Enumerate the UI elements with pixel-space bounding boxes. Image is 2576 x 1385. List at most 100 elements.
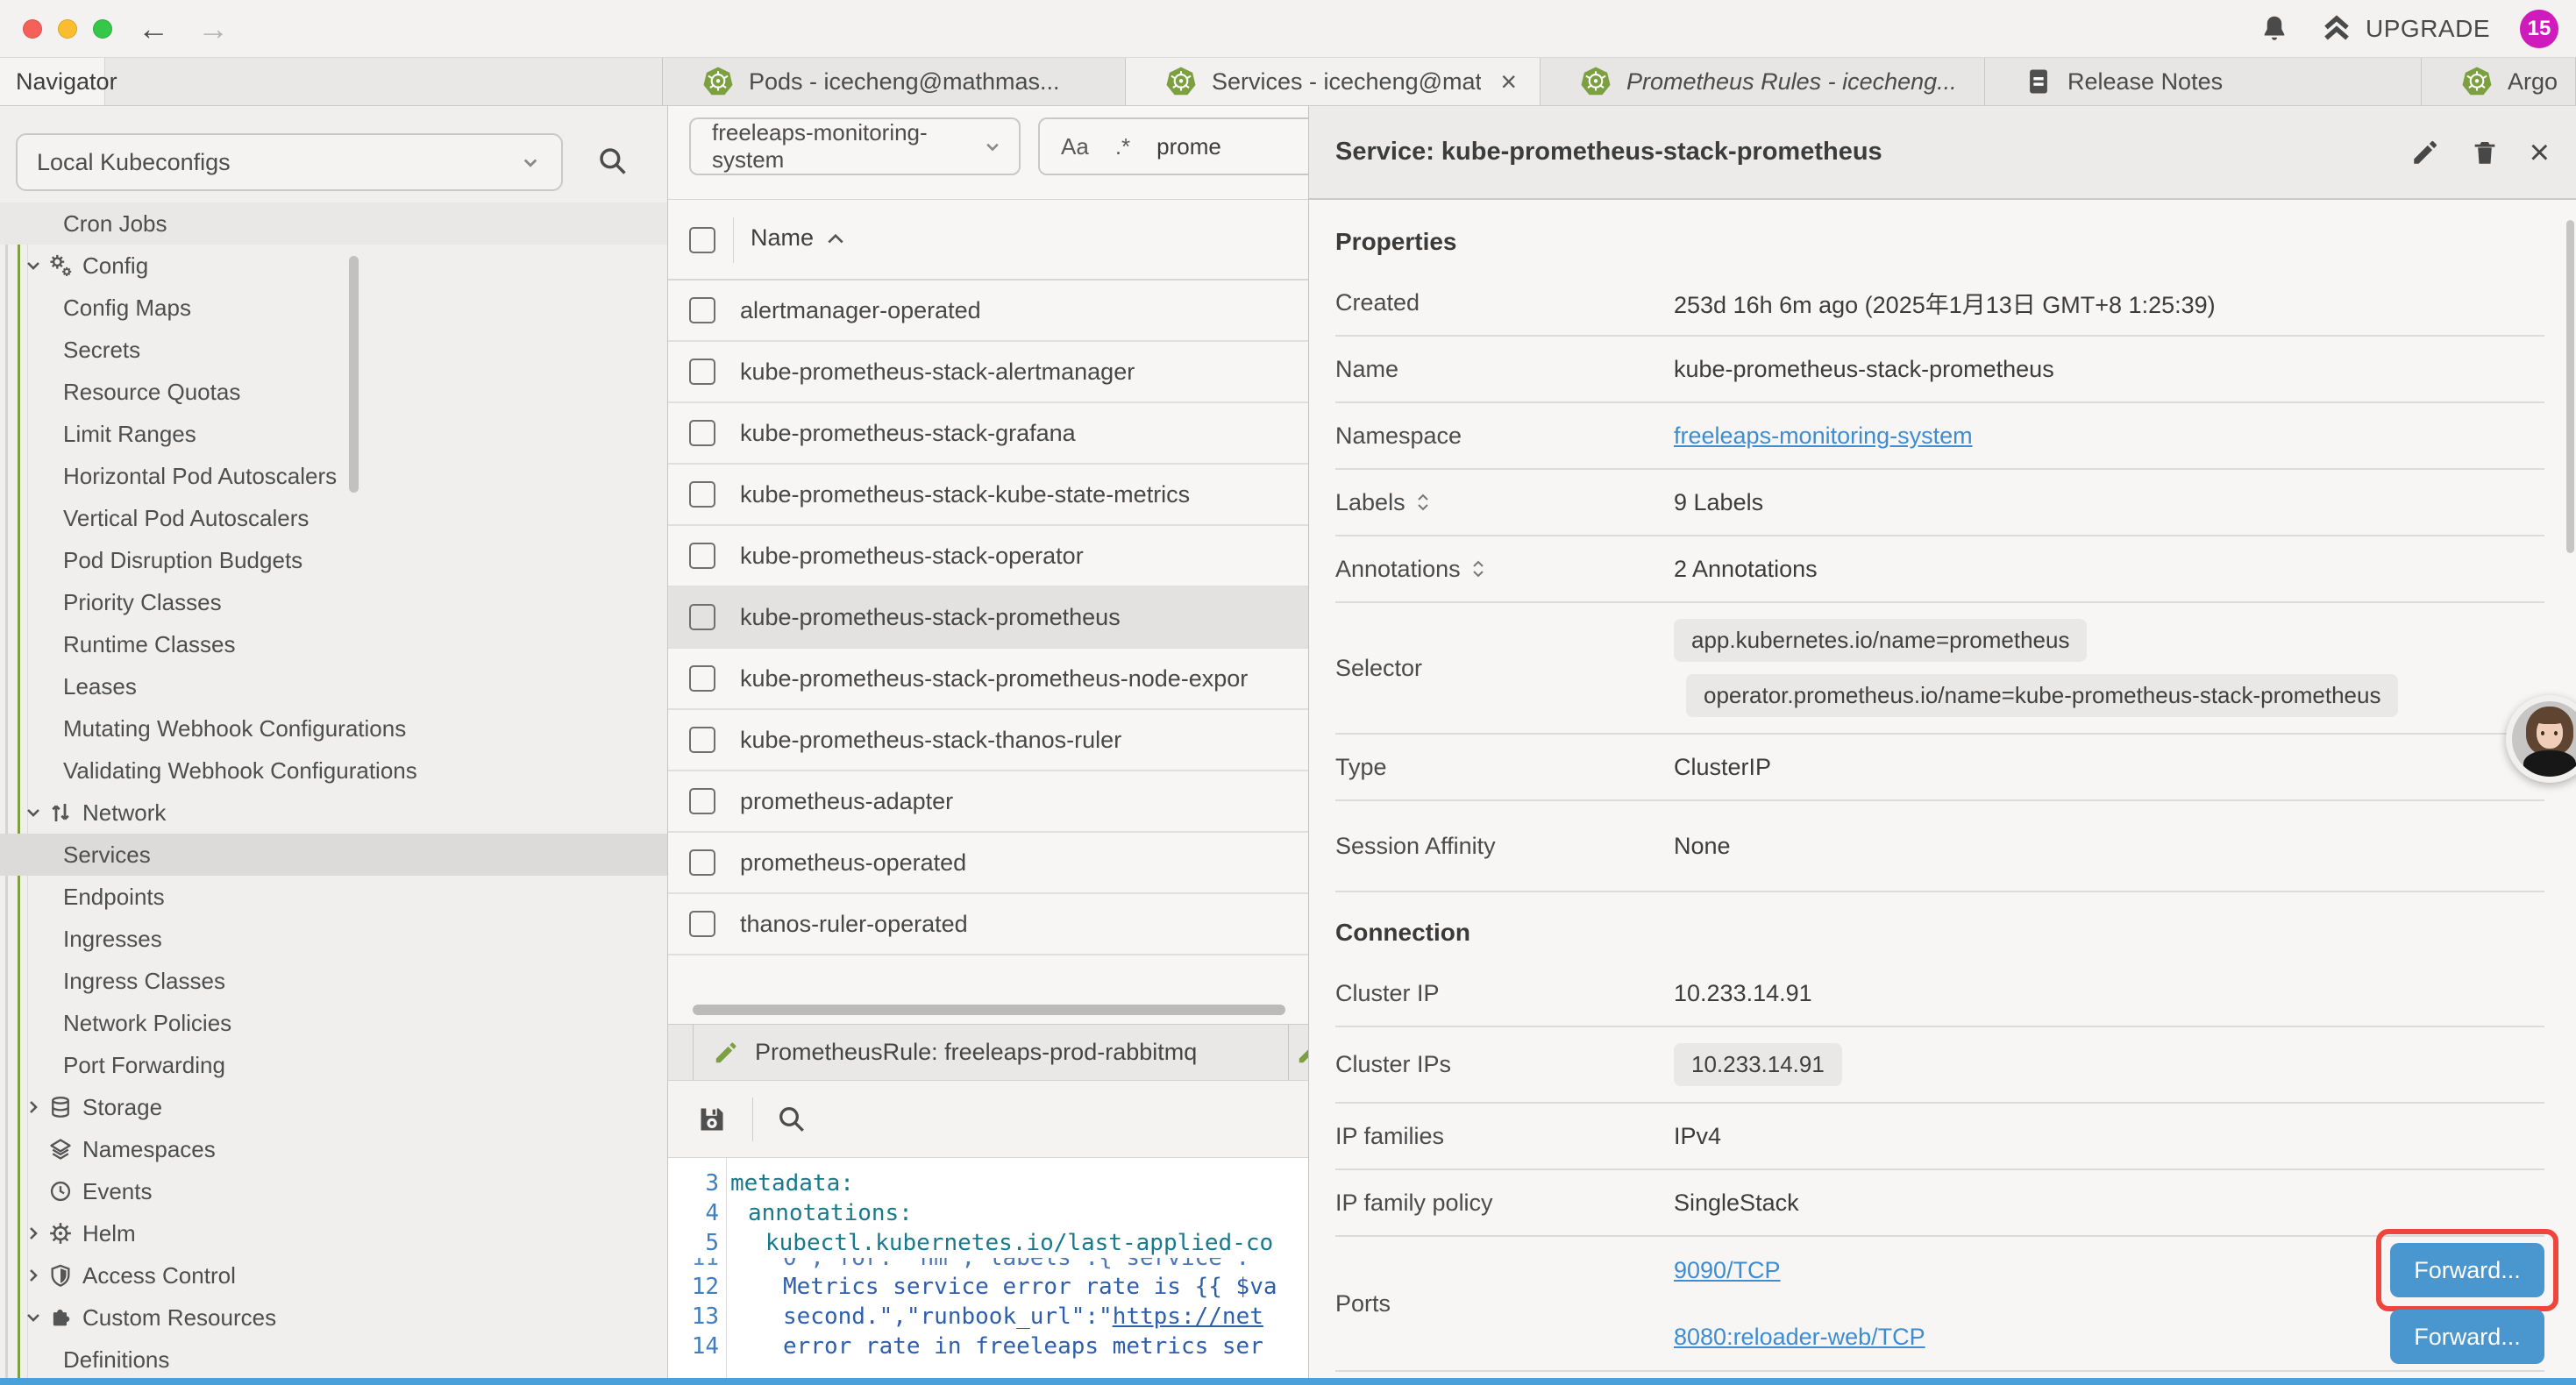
row-checkbox[interactable] bbox=[689, 604, 715, 630]
sidebar-item-resource-quotas[interactable]: Resource Quotas bbox=[0, 371, 668, 413]
back-button[interactable]: ← bbox=[132, 7, 175, 51]
regex-toggle[interactable]: .* bbox=[1115, 133, 1130, 160]
tab-services-icecheng-math[interactable]: Services - icecheng@math...× bbox=[1126, 58, 1541, 105]
minimize-window-button[interactable] bbox=[58, 19, 77, 39]
sidebar-item-horizontal-pod-autoscalers[interactable]: Horizontal Pod Autoscalers bbox=[0, 455, 668, 497]
sidebar-item-mutating-webhook-configurations[interactable]: Mutating Webhook Configurations bbox=[0, 707, 668, 749]
row-checkbox[interactable] bbox=[689, 788, 715, 814]
forward-button-wrap: Forward... bbox=[2390, 1237, 2544, 1303]
table-row-kube-prometheus-stack-prometheus-node-expor[interactable]: kube-prometheus-stack-prometheus-node-ex… bbox=[668, 649, 1308, 710]
port-link[interactable]: 9090/TCP bbox=[1674, 1257, 1781, 1284]
namespace-link[interactable]: freeleaps-monitoring-system bbox=[1674, 423, 1973, 449]
sidebar-item-pod-disruption-budgets[interactable]: Pod Disruption Budgets bbox=[0, 539, 668, 581]
port-link[interactable]: 8080:reloader-web/TCP bbox=[1674, 1324, 1925, 1351]
select-all-checkbox[interactable] bbox=[689, 227, 715, 253]
sidebar-item-validating-webhook-configurations[interactable]: Validating Webhook Configurations bbox=[0, 749, 668, 792]
dock-tab-prometheusrule[interactable]: PrometheusRule: freeleaps-prod-rabbitmq bbox=[693, 1025, 1289, 1080]
sidebar-item-network[interactable]: Network bbox=[0, 792, 668, 834]
table-row-kube-prometheus-stack-operator[interactable]: kube-prometheus-stack-operator bbox=[668, 526, 1308, 587]
row-checkbox[interactable] bbox=[689, 849, 715, 876]
tab-argo-se[interactable]: Argo Se bbox=[2422, 58, 2576, 105]
row-checkbox[interactable] bbox=[689, 297, 715, 323]
sidebar-item-events[interactable]: Events bbox=[0, 1170, 668, 1212]
zoom-window-button[interactable] bbox=[93, 19, 112, 39]
upgrade-button[interactable]: UPGRADE bbox=[2320, 13, 2490, 45]
sidebar-item-access-control[interactable]: Access Control bbox=[0, 1254, 668, 1296]
dock-tab-partial[interactable] bbox=[1289, 1025, 1308, 1080]
sidebar-item-cron-jobs[interactable]: Cron Jobs bbox=[0, 202, 668, 245]
sidebar-search-icon[interactable] bbox=[596, 145, 630, 178]
row-checkbox[interactable] bbox=[689, 727, 715, 753]
close-window-button[interactable] bbox=[23, 19, 42, 39]
sidebar-item-vertical-pod-autoscalers[interactable]: Vertical Pod Autoscalers bbox=[0, 497, 668, 539]
chevron-down-icon[interactable] bbox=[23, 1307, 44, 1328]
table-row-kube-prometheus-stack-grafana[interactable]: kube-prometheus-stack-grafana bbox=[668, 403, 1308, 465]
sidebar-item-ingresses[interactable]: Ingresses bbox=[0, 918, 668, 960]
sort-toggle-icon[interactable] bbox=[1471, 559, 1485, 579]
row-checkbox[interactable] bbox=[689, 911, 715, 937]
notification-count-badge[interactable]: 15 bbox=[2520, 10, 2558, 48]
edit-pencil-icon[interactable] bbox=[2410, 138, 2440, 167]
tab-navigator[interactable]: Navigator bbox=[0, 58, 105, 105]
table-row-prometheus-adapter[interactable]: prometheus-adapter bbox=[668, 771, 1308, 833]
row-checkbox[interactable] bbox=[689, 665, 715, 692]
tab-pods-icecheng-mathmas[interactable]: Pods - icecheng@mathmas... bbox=[663, 58, 1126, 105]
table-hscrollbar-thumb[interactable] bbox=[693, 1005, 1285, 1015]
chevron-down-icon[interactable] bbox=[23, 802, 44, 823]
sidebar-item-ingress-classes[interactable]: Ingress Classes bbox=[0, 960, 668, 1002]
sidebar-item-priority-classes[interactable]: Priority Classes bbox=[0, 581, 668, 623]
sidebar-item-limit-ranges[interactable]: Limit Ranges bbox=[0, 413, 668, 455]
namespace-select[interactable]: freeleaps-monitoring-system bbox=[689, 117, 1021, 175]
runbook-url-link[interactable]: https://net bbox=[1113, 1302, 1263, 1332]
sidebar-item-services[interactable]: Services bbox=[0, 834, 668, 876]
sidebar-item-storage[interactable]: Storage bbox=[0, 1086, 668, 1128]
connection-section-title: Connection bbox=[1335, 892, 2544, 961]
close-details-icon[interactable]: × bbox=[2530, 137, 2550, 168]
row-checkbox[interactable] bbox=[689, 359, 715, 385]
sidebar-item-endpoints[interactable]: Endpoints bbox=[0, 876, 668, 918]
details-scrollbar-thumb[interactable] bbox=[2566, 220, 2574, 553]
table-row-thanos-ruler-operated[interactable]: thanos-ruler-operated bbox=[668, 894, 1308, 955]
search-input[interactable]: Aa .* prome bbox=[1038, 117, 1308, 175]
sidebar-item-config[interactable]: Config bbox=[0, 245, 668, 287]
tab-release-notes[interactable]: Release Notes bbox=[1985, 58, 2422, 105]
sidebar-item-runtime-classes[interactable]: Runtime Classes bbox=[0, 623, 668, 665]
chevron-down-icon[interactable] bbox=[23, 255, 44, 276]
row-checkbox[interactable] bbox=[689, 420, 715, 446]
row-checkbox[interactable] bbox=[689, 543, 715, 569]
chevron-right-icon[interactable] bbox=[23, 1265, 44, 1286]
save-icon[interactable] bbox=[694, 1102, 729, 1137]
sidebar-item-port-forwarding[interactable]: Port Forwarding bbox=[0, 1044, 668, 1086]
bottom-scrollbar[interactable] bbox=[0, 1378, 2576, 1385]
sidebar-item-namespaces[interactable]: Namespaces bbox=[0, 1128, 668, 1170]
sidebar-item-secrets[interactable]: Secrets bbox=[0, 329, 668, 371]
name-column-header[interactable]: Name bbox=[751, 224, 845, 252]
sidebar-item-network-policies[interactable]: Network Policies bbox=[0, 1002, 668, 1044]
table-row-prometheus-operated[interactable]: prometheus-operated bbox=[668, 833, 1308, 894]
sort-toggle-icon[interactable] bbox=[1416, 493, 1430, 512]
forward-button[interactable]: Forward... bbox=[2390, 1310, 2544, 1364]
close-tab-icon[interactable]: × bbox=[1495, 66, 1522, 98]
table-row-kube-prometheus-stack-prometheus[interactable]: kube-prometheus-stack-prometheus bbox=[668, 587, 1308, 649]
table-row-kube-prometheus-stack-thanos-ruler[interactable]: kube-prometheus-stack-thanos-ruler bbox=[668, 710, 1308, 771]
sidebar-item-definitions[interactable]: Definitions bbox=[0, 1339, 668, 1379]
match-case-toggle[interactable]: Aa bbox=[1061, 133, 1089, 160]
sidebar-item-helm[interactable]: Helm bbox=[0, 1212, 668, 1254]
sidebar-item-config-maps[interactable]: Config Maps bbox=[0, 287, 668, 329]
row-checkbox[interactable] bbox=[689, 481, 715, 508]
table-row-kube-prometheus-stack-kube-state-metrics[interactable]: kube-prometheus-stack-kube-state-metrics bbox=[668, 465, 1308, 526]
yaml-editor[interactable]: 3metadata:4annotations:5kubectl.kubernet… bbox=[668, 1157, 1308, 1379]
notifications-bell-icon[interactable] bbox=[2259, 13, 2290, 45]
forward-button[interactable]: → bbox=[191, 7, 235, 51]
editor-search-icon[interactable] bbox=[776, 1104, 808, 1135]
table-row-kube-prometheus-stack-alertmanager[interactable]: kube-prometheus-stack-alertmanager bbox=[668, 342, 1308, 403]
delete-trash-icon[interactable] bbox=[2470, 138, 2500, 167]
chevron-right-icon[interactable] bbox=[23, 1223, 44, 1244]
kubeconfig-select[interactable]: Local Kubeconfigs bbox=[16, 133, 563, 191]
table-row-alertmanager-operated[interactable]: alertmanager-operated bbox=[668, 281, 1308, 342]
tab-prometheus-rules-icecheng[interactable]: Prometheus Rules - icecheng... bbox=[1541, 58, 1985, 105]
sidebar-item-custom-resources[interactable]: Custom Resources bbox=[0, 1296, 668, 1339]
chevron-right-icon[interactable] bbox=[23, 1097, 44, 1118]
sidebar-scrollbar-thumb[interactable] bbox=[349, 256, 359, 493]
sidebar-item-leases[interactable]: Leases bbox=[0, 665, 668, 707]
